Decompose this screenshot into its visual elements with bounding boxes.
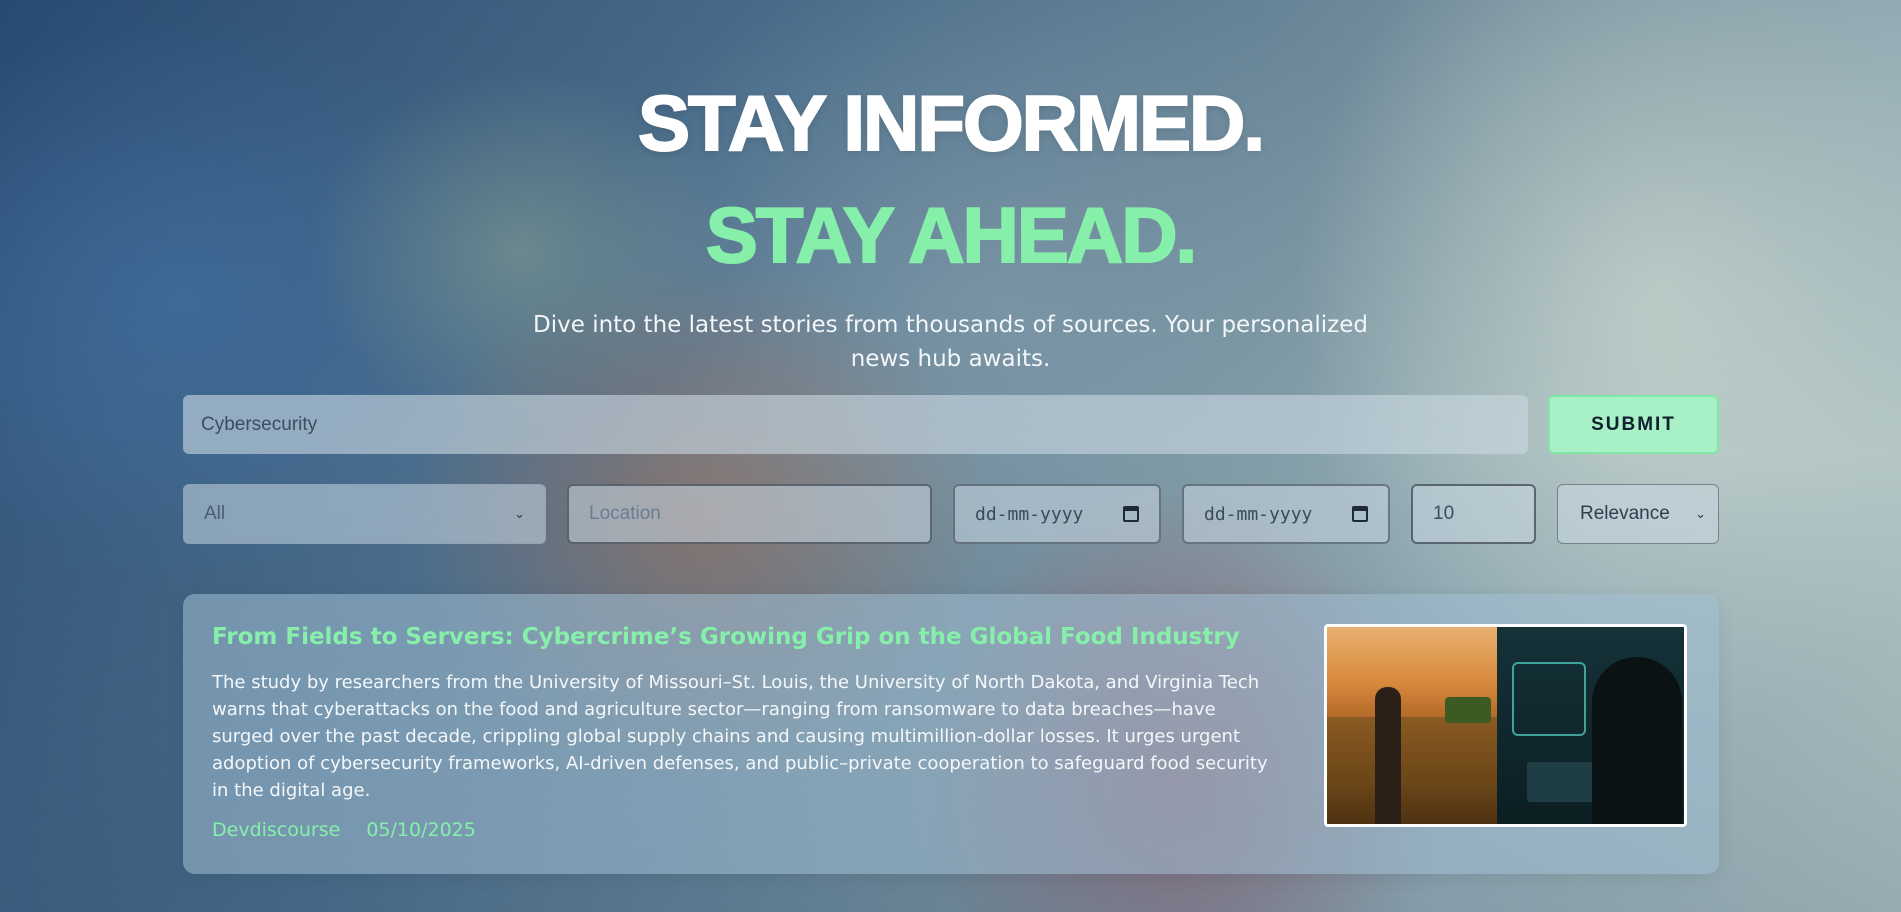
category-select[interactable]: All ⌄ [183, 484, 546, 544]
headline-stay-ahead: STAY AHEAD. [705, 190, 1198, 280]
location-placeholder: Location [589, 503, 661, 524]
headline-stay-informed: STAY INFORMED. [637, 78, 1266, 168]
article-card[interactable]: From Fields to Servers: Cybercrime’s Gro… [183, 594, 1719, 874]
chevron-down-icon: ⌄ [514, 506, 525, 521]
location-input[interactable]: Location [567, 484, 932, 544]
date-from-placeholder: dd-mm-yyyy [975, 503, 1084, 525]
hero-subtitle: Dive into the latest stories from thousa… [533, 312, 1368, 372]
results-count-input[interactable]: 10 [1411, 484, 1536, 544]
page: STAY INFORMED. STAY AHEAD. Dive into the… [0, 0, 1901, 912]
date-from-input[interactable]: dd-mm-yyyy [953, 484, 1161, 544]
calendar-icon[interactable] [1123, 506, 1139, 522]
article-title[interactable]: From Fields to Servers: Cybercrime’s Gro… [212, 624, 1262, 650]
sort-selected-value: Relevance [1580, 503, 1670, 524]
main-content: STAY INFORMED. STAY AHEAD. Dive into the… [0, 0, 1901, 912]
article-source: Devdiscourse [212, 819, 341, 841]
thumbnail-tractor [1445, 697, 1491, 723]
submit-button[interactable]: SUBMIT [1548, 395, 1719, 454]
thumbnail-hooded-figure [1592, 657, 1682, 824]
search-input[interactable] [183, 395, 1528, 454]
calendar-icon[interactable] [1352, 506, 1368, 522]
date-to-placeholder: dd-mm-yyyy [1204, 503, 1313, 525]
article-thumbnail[interactable] [1324, 624, 1687, 827]
date-to-input[interactable]: dd-mm-yyyy [1182, 484, 1390, 544]
chevron-down-icon: ⌄ [1695, 506, 1706, 521]
sort-select[interactable]: Relevance ⌄ [1557, 484, 1719, 544]
lock-icon [1512, 662, 1586, 736]
article-summary: The study by researchers from the Univer… [212, 672, 1268, 801]
thumbnail-farmer [1375, 687, 1401, 824]
category-selected-value: All [204, 503, 226, 524]
article-date: 05/10/2025 [366, 819, 476, 841]
results-count-value: 10 [1433, 503, 1455, 524]
article-meta: Devdiscourse 05/10/2025 [212, 819, 476, 841]
